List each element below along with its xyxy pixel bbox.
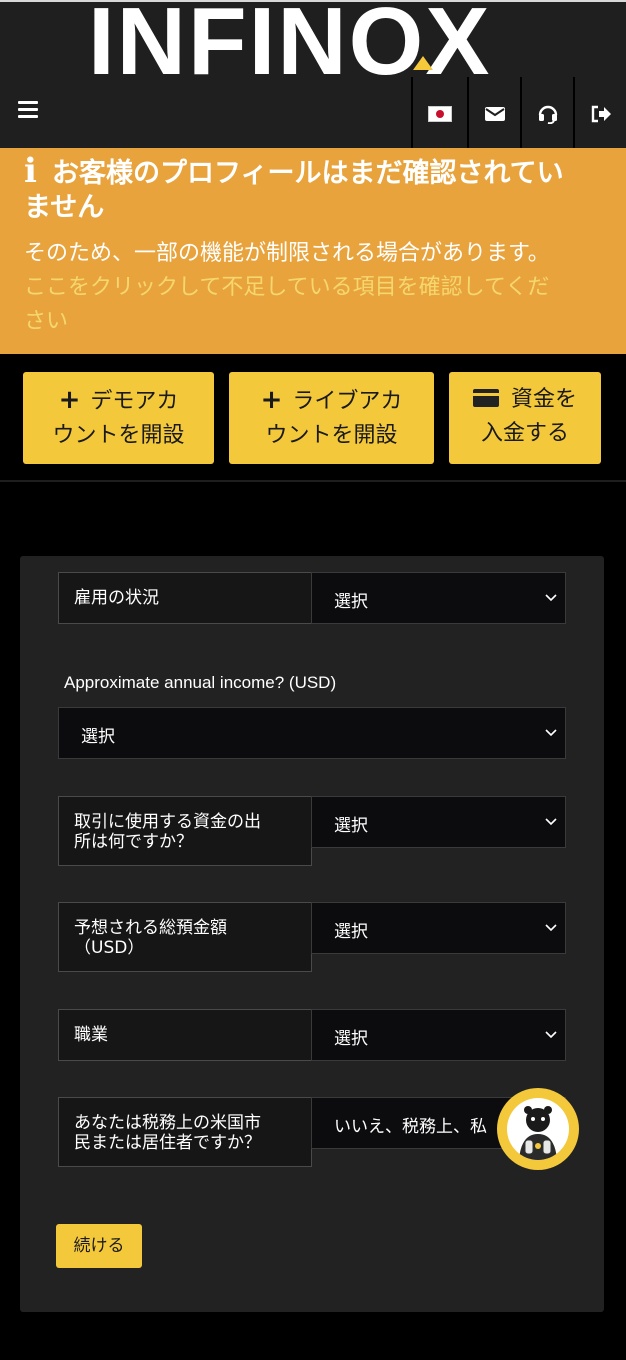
- chat-support-button[interactable]: [497, 1088, 579, 1170]
- occupation-row: 職業 選択: [58, 1009, 566, 1061]
- fund-source-row: 取引に使用する資金の出 所は何ですか？ 選択: [58, 796, 566, 866]
- chevron-down-icon: [545, 818, 557, 826]
- menu-icon[interactable]: [14, 98, 42, 126]
- info-icon: i: [24, 151, 37, 191]
- support-button[interactable]: [520, 77, 573, 150]
- income-select[interactable]: 選択: [58, 707, 566, 759]
- logout-icon: [591, 105, 611, 122]
- mail-button[interactable]: [467, 77, 520, 150]
- employment-label: 雇用の状況: [58, 572, 312, 624]
- top-header: INFINOX: [0, 0, 626, 150]
- plus-icon: +: [260, 385, 283, 415]
- plus-icon: +: [58, 385, 81, 415]
- us-tax-resident-label: あなたは税務上の米国市 民または居住者ですか？: [58, 1097, 312, 1167]
- check-missing-items-link[interactable]: ここをクリックして不足している項目を確認してくだ さい: [24, 271, 602, 339]
- us-tax-resident-row: あなたは税務上の米国市 民または居住者ですか？ いいえ、税務上、私: [58, 1097, 566, 1167]
- open-demo-account-button[interactable]: + デモアカ ウントを開設: [23, 372, 214, 464]
- alert-description: そのため、一部の機能が制限される場合があります。: [24, 241, 550, 266]
- alert-title: i お客様のプロフィールはまだ確認されてい ません: [24, 151, 564, 223]
- open-live-account-button[interactable]: + ライブアカ ウントを開設: [229, 372, 434, 464]
- income-label: Approximate annual income? (USD): [64, 673, 337, 692]
- logo-accent-triangle: [413, 56, 433, 70]
- header-icon-bar: [411, 77, 626, 150]
- chevron-down-icon: [545, 594, 557, 602]
- employment-row: 雇用の状況 選択: [58, 572, 566, 624]
- chevron-down-icon: [545, 729, 557, 737]
- logout-button[interactable]: [573, 77, 626, 150]
- expected-deposit-label: 予想される総預金額 （USD）: [58, 902, 312, 972]
- mail-icon: [484, 106, 505, 121]
- profile-unverified-alert: i お客様のプロフィールはまだ確認されてい ません そのため、一部の機能が制限され…: [0, 148, 626, 354]
- japan-flag-icon: [428, 105, 452, 122]
- mascot-avatar-icon: [507, 1098, 569, 1160]
- account-actions: + デモアカ ウントを開設 + ライブアカ ウントを開設 資金を 入金する: [0, 354, 626, 482]
- profile-form-panel: 雇用の状況 選択 Approximate annual income? (USD…: [20, 556, 604, 1312]
- expected-deposit-select[interactable]: 選択: [311, 902, 566, 954]
- credit-card-icon: [472, 389, 499, 407]
- fund-source-select[interactable]: 選択: [311, 796, 566, 848]
- headset-icon: [538, 105, 557, 124]
- fund-source-label: 取引に使用する資金の出 所は何ですか？: [58, 796, 312, 866]
- continue-button[interactable]: 続ける: [56, 1224, 142, 1268]
- expected-deposit-row: 予想される総預金額 （USD） 選択: [58, 902, 566, 972]
- chevron-down-icon: [545, 1031, 557, 1039]
- language-button[interactable]: [411, 77, 467, 150]
- chevron-down-icon: [545, 924, 557, 932]
- occupation-select[interactable]: 選択: [311, 1009, 566, 1061]
- occupation-label: 職業: [58, 1009, 312, 1061]
- employment-select[interactable]: 選択: [311, 572, 566, 624]
- deposit-funds-button[interactable]: 資金を 入金する: [449, 372, 601, 464]
